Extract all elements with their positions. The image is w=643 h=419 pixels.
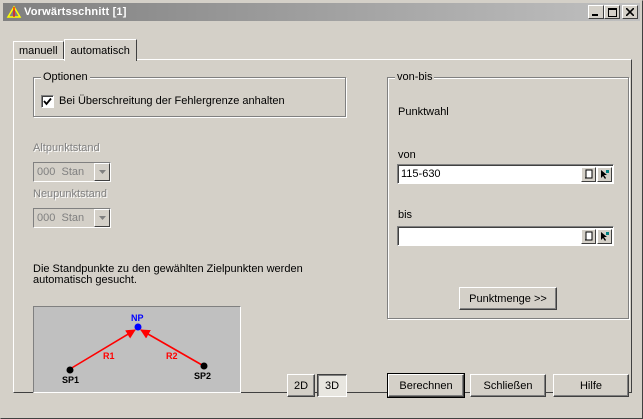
von-pick-button[interactable]	[597, 166, 612, 182]
window-controls	[588, 5, 638, 19]
von-list-button[interactable]	[581, 166, 596, 182]
maximize-icon	[607, 7, 617, 17]
optionen-legend: Optionen	[41, 71, 90, 83]
np-point	[134, 323, 142, 331]
altpunktstand-label: Altpunktstand	[33, 142, 100, 154]
von-label: von	[398, 149, 416, 161]
altpunktstand-dropdown-button[interactable]	[94, 163, 110, 181]
chevron-down-icon	[98, 216, 106, 220]
minimize-icon	[592, 14, 598, 16]
neupunktstand-select[interactable]: 000 Stan	[33, 208, 111, 228]
sp2-label: SP2	[194, 371, 211, 381]
minimize-button[interactable]	[588, 5, 604, 19]
neupunktstand-dropdown-button[interactable]	[94, 209, 110, 227]
altpunktstand-select[interactable]: 000 Stan	[33, 162, 111, 182]
punktwahl-label: Punktwahl	[398, 106, 449, 118]
von-field[interactable]: 115-630	[397, 164, 614, 184]
neupunktstand-value: Stan	[61, 212, 85, 224]
info-text-line2: automatisch gesucht.	[33, 274, 137, 286]
r1-label: R1	[103, 351, 115, 361]
title-bar[interactable]: Vorwärtsschnitt [1]	[3, 3, 640, 21]
2d-button[interactable]: 2D	[287, 374, 315, 397]
sp2-point	[200, 362, 208, 370]
dialog-window: Vorwärtsschnitt [1] manuell automatisch …	[0, 0, 643, 419]
schliessen-button[interactable]: Schließen	[470, 374, 546, 397]
vonbis-legend: von-bis	[395, 71, 435, 83]
sp1-label: SP1	[62, 375, 79, 385]
app-icon	[6, 5, 22, 18]
tab-automatisch[interactable]: automatisch	[63, 39, 137, 61]
halt-on-error-label[interactable]: Bei Überschreitung der Fehlergrenze anha…	[59, 95, 285, 107]
bis-field[interactable]	[397, 226, 614, 246]
tab-strip: manuell automatisch	[13, 38, 137, 61]
punktmenge-button[interactable]: Punktmenge >>	[459, 287, 557, 310]
3d-button[interactable]: 3D	[317, 374, 347, 397]
cursor-pick-icon	[600, 232, 609, 241]
von-value[interactable]: 115-630	[398, 168, 581, 180]
tab-manuell[interactable]: manuell	[13, 41, 64, 60]
list-icon	[584, 169, 592, 179]
np-label: NP	[131, 313, 144, 323]
list-icon	[584, 231, 592, 241]
close-icon	[626, 8, 634, 16]
ray-r1	[69, 329, 136, 370]
geometry-diagram: NP R1 R2 SP1 SP2	[33, 306, 241, 393]
check-icon	[43, 97, 52, 106]
hilfe-button[interactable]: Hilfe	[553, 374, 629, 397]
close-button[interactable]	[622, 5, 638, 19]
altpunktstand-value: Stan	[61, 166, 85, 178]
resection-diagram: NP R1 R2 SP1 SP2	[62, 313, 211, 385]
maximize-button[interactable]	[604, 5, 620, 19]
cursor-pick-icon	[600, 170, 609, 179]
bis-list-button[interactable]	[581, 228, 596, 244]
neupunktstand-code: 000	[37, 212, 56, 224]
r2-label: R2	[166, 351, 178, 361]
window-title: Vorwärtsschnitt [1]	[24, 6, 127, 18]
chevron-down-icon	[98, 170, 106, 174]
altpunktstand-code: 000	[37, 166, 56, 178]
bis-pick-button[interactable]	[597, 228, 612, 244]
berechnen-button[interactable]: Berechnen	[387, 373, 465, 398]
halt-on-error-checkbox[interactable]	[41, 95, 54, 108]
sp1-point	[66, 366, 74, 374]
neupunktstand-label: Neupunktstand	[33, 188, 107, 200]
bis-label: bis	[398, 209, 413, 221]
